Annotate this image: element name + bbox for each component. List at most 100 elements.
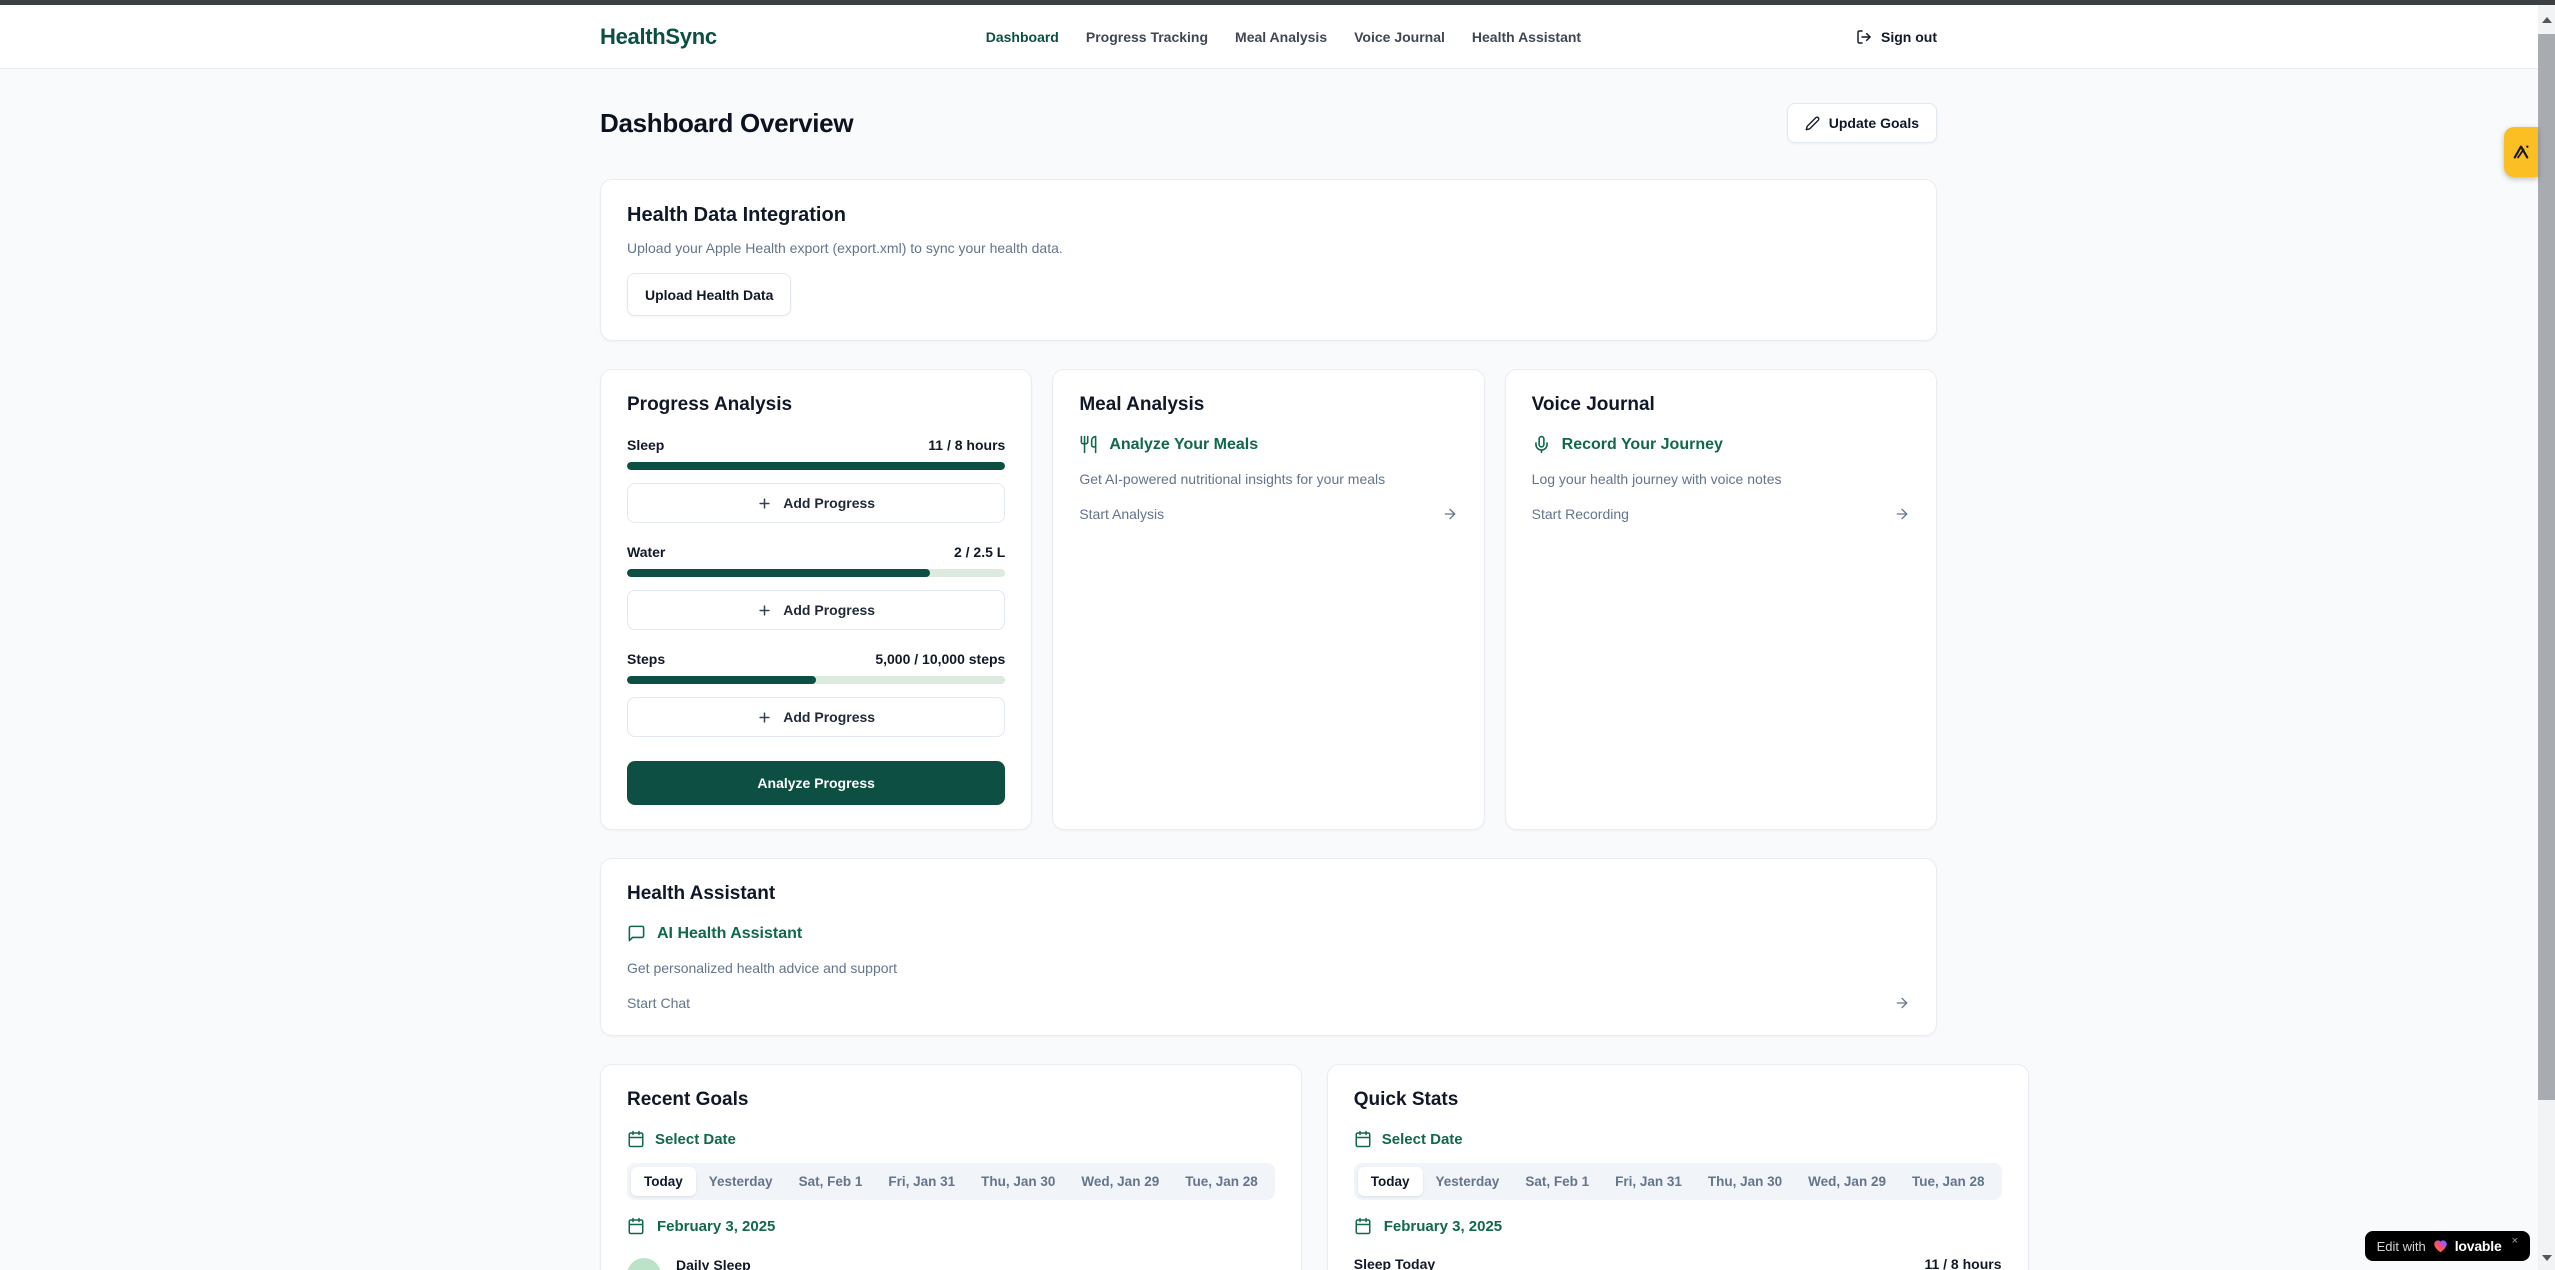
quick-stats-selected-date[interactable]: February 3, 2025 <box>1354 1217 2002 1235</box>
nav-link[interactable]: Health Assistant <box>1472 29 1581 45</box>
recent-goals-selected-date[interactable]: February 3, 2025 <box>627 1217 1275 1235</box>
voice-title: Voice Journal <box>1532 394 1910 416</box>
date-tab[interactable]: Yesterday <box>1423 1167 1513 1196</box>
nav-link[interactable]: Meal Analysis <box>1235 29 1327 45</box>
pencil-icon <box>1805 116 1820 131</box>
calendar-icon <box>627 1130 645 1148</box>
ai-health-assistant-link[interactable]: AI Health Assistant <box>627 924 1910 943</box>
goal-block: Water 2 / 2.5 L Add Progress <box>627 544 1005 630</box>
app-header: HealthSync Dashboard Progress Tracking Mea… <box>0 5 2555 69</box>
arrow-right-icon <box>1894 506 1910 522</box>
calendar-icon <box>627 1217 645 1235</box>
goal-list: Sleep 11 / 8 hours Add Progress <box>627 437 1005 737</box>
vertical-scrollbar[interactable] <box>2538 5 2555 1270</box>
goal-value: 11 / 8 hours <box>928 437 1005 453</box>
goal-label: Steps <box>627 651 665 667</box>
add-progress-label: Add Progress <box>783 495 875 511</box>
lovable-label: lovable <box>2455 1238 2502 1254</box>
date-tab[interactable]: Fri, Jan 31 <box>875 1167 968 1196</box>
recent-goals-select-date[interactable]: Select Date <box>627 1130 1275 1148</box>
add-progress-button[interactable]: Add Progress <box>627 697 1005 737</box>
analyze-your-meals-label: Analyze Your Meals <box>1109 436 1258 454</box>
progress-bar <box>627 676 1005 684</box>
start-recording-label: Start Recording <box>1532 506 1629 522</box>
meal-title: Meal Analysis <box>1079 394 1457 416</box>
edit-with-label: Edit with <box>2377 1239 2426 1254</box>
date-tab[interactable]: Fri, Jan 31 <box>1602 1167 1695 1196</box>
select-date-label: Select Date <box>1382 1131 1463 1148</box>
start-chat-action[interactable]: Start Chat <box>627 995 1910 1011</box>
side-widget-tab[interactable] <box>2504 127 2538 177</box>
record-your-journey-link[interactable]: Record Your Journey <box>1532 435 1910 454</box>
goal-value: 2 / 2.5 L <box>954 544 1005 560</box>
scroll-down-arrow-icon[interactable] <box>2538 1249 2555 1266</box>
arrow-right-icon <box>1894 995 1910 1011</box>
goal-value: 5,000 / 10,000 steps <box>875 651 1005 667</box>
close-icon[interactable]: × <box>2512 1235 2518 1247</box>
date-tab[interactable]: Thu, Jan 30 <box>1695 1167 1795 1196</box>
recent-goals-title: Recent Goals <box>627 1089 1275 1111</box>
integration-title: Health Data Integration <box>627 204 1910 227</box>
date-tab[interactable]: Sat, Feb 1 <box>786 1167 876 1196</box>
progress-bar <box>627 462 1005 470</box>
goal-item-name: Daily Sleep <box>676 1257 751 1270</box>
health-assistant-card: Health Assistant AI Health Assistant Get… <box>600 858 1937 1036</box>
plus-icon <box>757 603 772 618</box>
date-tab[interactable]: Today <box>1358 1167 1423 1196</box>
date-tab[interactable]: Sat, Feb 1 <box>1512 1167 1602 1196</box>
assistant-description: Get personalized health advice and suppo… <box>627 960 1910 976</box>
plus-icon <box>757 710 772 725</box>
goal-label: Water <box>627 544 665 560</box>
chat-bubble-icon <box>627 924 646 943</box>
ai-health-assistant-label: AI Health Assistant <box>657 925 802 943</box>
date-tab[interactable]: Tue, Jan 28 <box>1172 1167 1271 1196</box>
page-title: Dashboard Overview <box>600 108 853 139</box>
upload-health-data-button[interactable]: Upload Health Data <box>627 273 791 316</box>
goal-list-item: Daily Sleep 11 / 8 hours <box>627 1257 1275 1270</box>
start-recording-action[interactable]: Start Recording <box>1532 506 1910 522</box>
app-logo: HealthSync <box>600 24 717 50</box>
quick-stats-select-date[interactable]: Select Date <box>1354 1130 2002 1148</box>
nav-link[interactable]: Voice Journal <box>1354 29 1445 45</box>
date-tab[interactable]: Today <box>631 1167 696 1196</box>
nav-link[interactable]: Progress Tracking <box>1086 29 1208 45</box>
microphone-icon <box>1532 435 1551 454</box>
voice-description: Log your health journey with voice notes <box>1532 471 1910 487</box>
goal-block: Sleep 11 / 8 hours Add Progress <box>627 437 1005 523</box>
stat-value: 11 / 8 hours <box>1924 1256 2001 1270</box>
add-progress-label: Add Progress <box>783 602 875 618</box>
add-progress-button[interactable]: Add Progress <box>627 590 1005 630</box>
health-data-integration-card: Health Data Integration Upload your Appl… <box>600 179 1937 341</box>
date-tab[interactable]: Wed, Jan 29 <box>1795 1167 1899 1196</box>
add-progress-label: Add Progress <box>783 709 875 725</box>
sign-out-button[interactable]: Sign out <box>1856 29 1937 45</box>
arrow-right-icon <box>1442 506 1458 522</box>
selected-date-label: February 3, 2025 <box>1384 1218 1502 1235</box>
check-circle-icon <box>627 1258 661 1270</box>
sign-out-label: Sign out <box>1881 29 1937 45</box>
update-goals-button[interactable]: Update Goals <box>1787 103 1937 143</box>
date-tab[interactable]: Tue, Jan 28 <box>1899 1167 1998 1196</box>
record-your-journey-label: Record Your Journey <box>1562 436 1723 454</box>
scroll-up-arrow-icon[interactable] <box>2538 11 2555 28</box>
edit-with-lovable-badge[interactable]: Edit with lovable × <box>2365 1231 2530 1261</box>
date-tabs: TodayYesterdaySat, Feb 1Fri, Jan 31Thu, … <box>1354 1163 2002 1200</box>
date-tabs: TodayYesterdaySat, Feb 1Fri, Jan 31Thu, … <box>627 1163 1275 1200</box>
analyze-progress-button[interactable]: Analyze Progress <box>627 761 1005 805</box>
nav-link[interactable]: Dashboard <box>986 29 1059 45</box>
scrollbar-thumb[interactable] <box>2538 34 2555 1100</box>
goal-block: Steps 5,000 / 10,000 steps Add Progress <box>627 651 1005 737</box>
assistant-title: Health Assistant <box>627 883 1910 905</box>
date-tab[interactable]: Thu, Jan 30 <box>968 1167 1068 1196</box>
progress-analysis-card: Progress Analysis Sleep 11 / 8 hours <box>600 369 1032 830</box>
analyze-your-meals-link[interactable]: Analyze Your Meals <box>1079 435 1457 454</box>
sign-out-icon <box>1856 29 1872 45</box>
add-progress-button[interactable]: Add Progress <box>627 483 1005 523</box>
selected-date-label: February 3, 2025 <box>657 1218 775 1235</box>
goal-label: Sleep <box>627 437 664 453</box>
date-tab[interactable]: Yesterday <box>696 1167 786 1196</box>
select-date-label: Select Date <box>655 1131 736 1148</box>
calendar-icon <box>1354 1130 1372 1148</box>
start-analysis-action[interactable]: Start Analysis <box>1079 506 1457 522</box>
date-tab[interactable]: Wed, Jan 29 <box>1068 1167 1172 1196</box>
